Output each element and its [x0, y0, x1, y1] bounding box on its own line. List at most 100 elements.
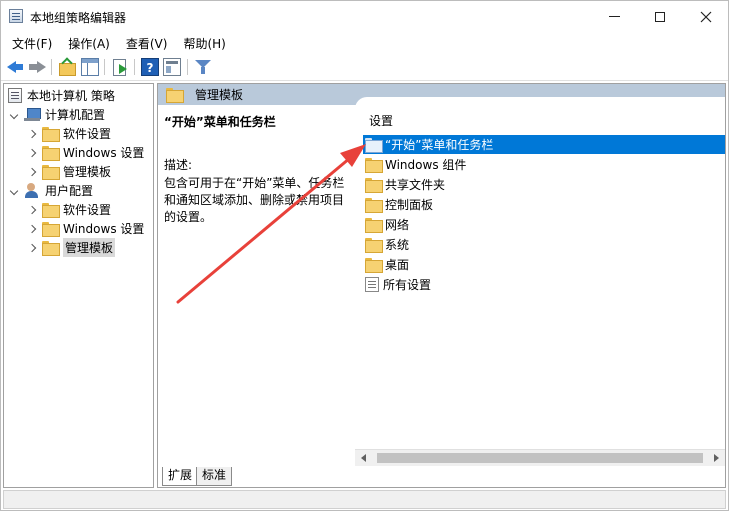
- maximize-icon: [655, 11, 665, 22]
- settings-list[interactable]: 设置 “开始”菜单和任务栏 Windows 组件 共享文件夹 控制面板 网络 系…: [355, 97, 725, 462]
- policy-icon: [8, 88, 22, 103]
- list-item-label: 网络: [385, 218, 410, 232]
- tree-item-user-windows-settings[interactable]: Windows 设置: [28, 219, 144, 238]
- minimize-button[interactable]: [591, 1, 637, 32]
- tree-item-computer-admin-templates[interactable]: 管理模板: [28, 162, 111, 181]
- list-item-network[interactable]: 网络: [363, 215, 725, 234]
- folder-icon: [42, 165, 60, 180]
- folder-up-icon[interactable]: [58, 58, 76, 76]
- list-item-desktop[interactable]: 桌面: [363, 255, 725, 274]
- tab-expanded[interactable]: 扩展: [162, 467, 199, 486]
- folder-icon: [166, 88, 184, 103]
- folder-icon: [42, 127, 60, 142]
- close-button[interactable]: [683, 1, 729, 32]
- view-icon[interactable]: [163, 58, 181, 76]
- close-icon: [700, 11, 712, 22]
- policy-editor-app-icon: [9, 9, 23, 23]
- tree-item-label: 本地计算机 策略: [27, 89, 115, 103]
- export-list-icon[interactable]: [111, 58, 129, 76]
- expand-chevron-icon[interactable]: [28, 148, 38, 158]
- expand-chevron-icon[interactable]: [28, 167, 38, 177]
- back-arrow-icon[interactable]: [7, 58, 25, 76]
- toolbar-separator: [104, 59, 105, 75]
- expand-chevron-icon[interactable]: [28, 129, 38, 139]
- menu-file[interactable]: 文件(F): [4, 32, 60, 54]
- details-area: 管理模板 “开始”菜单和任务栏 描述: 包含可用于在“开始”菜单、任务栏和通知区…: [157, 83, 726, 488]
- tree-item-label: 管理模板: [63, 165, 112, 179]
- collapse-chevron-icon[interactable]: [10, 110, 20, 120]
- scroll-left-arrow-icon[interactable]: [361, 454, 366, 462]
- folder-icon: [42, 203, 60, 218]
- expand-chevron-icon[interactable]: [28, 224, 38, 234]
- toolbar-separator: [134, 59, 135, 75]
- show-panes-icon[interactable]: [81, 58, 99, 76]
- menu-view[interactable]: 查看(V): [118, 32, 176, 54]
- description-text: 包含可用于在“开始”菜单、任务栏和通知区域添加、删除或禁用项目的设置。: [164, 176, 345, 224]
- details-header-title: 管理模板: [195, 88, 244, 102]
- tree-item-label: 软件设置: [63, 127, 112, 141]
- list-item-shared-folders[interactable]: 共享文件夹: [363, 175, 725, 194]
- toolbar-separator: [187, 59, 188, 75]
- toolbar: ?: [1, 54, 728, 81]
- tree-item-user-admin-templates[interactable]: 管理模板: [28, 238, 116, 257]
- list-item-all-settings[interactable]: 所有设置: [363, 275, 725, 294]
- tree-item-user-software-settings[interactable]: 软件设置: [28, 200, 111, 219]
- list-item-label: 系统: [385, 238, 410, 252]
- folder-icon: [365, 178, 383, 193]
- tree-item-computer-software-settings[interactable]: 软件设置: [28, 124, 111, 143]
- folder-icon: [365, 218, 383, 233]
- folder-icon: [365, 198, 383, 213]
- navigation-tree[interactable]: 本地计算机 策略 计算机配置 软件设置 Windows 设置 管理模板 用户配置: [3, 83, 154, 488]
- list-item-label: “开始”菜单和任务栏: [385, 138, 494, 152]
- horizontal-scrollbar[interactable]: [355, 449, 725, 466]
- group-policy-editor-window: 本地组策略编辑器 文件(F) 操作(A) 查看(V) 帮助(H) ? 本地计算机…: [0, 0, 729, 511]
- computer-icon: [24, 107, 41, 122]
- forward-arrow-icon[interactable]: [28, 58, 46, 76]
- expand-chevron-icon[interactable]: [28, 205, 38, 215]
- tree-item-label-selected: 管理模板: [63, 238, 116, 257]
- scrollbar-thumb[interactable]: [377, 453, 703, 463]
- filter-icon[interactable]: [194, 58, 212, 76]
- folder-icon: [42, 241, 60, 256]
- toolbar-separator: [51, 59, 52, 75]
- scroll-right-arrow-icon[interactable]: [714, 454, 719, 462]
- tree-item-computer-config[interactable]: 计算机配置: [10, 105, 105, 124]
- folder-icon: [365, 258, 383, 273]
- folder-icon: [365, 158, 383, 173]
- list-column-header[interactable]: 设置: [369, 112, 393, 129]
- all-settings-icon: [365, 277, 379, 292]
- description-title: “开始”菜单和任务栏: [164, 115, 276, 129]
- tree-item-user-config[interactable]: 用户配置: [10, 181, 93, 200]
- user-icon: [24, 183, 40, 198]
- list-item-label: 桌面: [385, 258, 410, 272]
- description-label: 描述:: [164, 158, 193, 172]
- view-tabs: 扩展 标准: [158, 467, 358, 487]
- menu-help[interactable]: 帮助(H): [175, 32, 233, 54]
- window-title: 本地组策略编辑器: [30, 11, 127, 25]
- list-item-label: 控制面板: [385, 198, 434, 212]
- list-item-start-menu-taskbar[interactable]: “开始”菜单和任务栏: [363, 135, 725, 154]
- expand-chevron-icon[interactable]: [28, 243, 38, 253]
- tree-item-label: Windows 设置: [63, 222, 145, 236]
- tree-item-label: 用户配置: [45, 184, 94, 198]
- maximize-button[interactable]: [637, 1, 683, 32]
- title-bar: 本地组策略编辑器: [1, 1, 728, 32]
- list-item-system[interactable]: 系统: [363, 235, 725, 254]
- list-item-windows-components[interactable]: Windows 组件: [363, 155, 725, 174]
- tree-item-computer-windows-settings[interactable]: Windows 设置: [28, 143, 144, 162]
- tree-item-label: Windows 设置: [63, 146, 145, 160]
- list-item-label: 共享文件夹: [385, 178, 446, 192]
- tree-item-label: 计算机配置: [45, 108, 106, 122]
- collapse-chevron-icon[interactable]: [10, 186, 20, 196]
- menu-action[interactable]: 操作(A): [60, 32, 118, 54]
- folder-icon: [365, 238, 383, 253]
- tree-item-local-computer-policy[interactable]: 本地计算机 策略: [8, 86, 115, 105]
- folder-icon: [42, 222, 60, 237]
- list-item-label: Windows 组件: [385, 158, 467, 172]
- menu-bar: 文件(F) 操作(A) 查看(V) 帮助(H): [1, 32, 728, 54]
- list-item-control-panel[interactable]: 控制面板: [363, 195, 725, 214]
- help-icon[interactable]: ?: [141, 58, 159, 76]
- description-pane: “开始”菜单和任务栏 描述: 包含可用于在“开始”菜单、任务栏和通知区域添加、删…: [158, 105, 355, 462]
- tab-standard[interactable]: 标准: [196, 467, 233, 486]
- tree-item-label: 软件设置: [63, 203, 112, 217]
